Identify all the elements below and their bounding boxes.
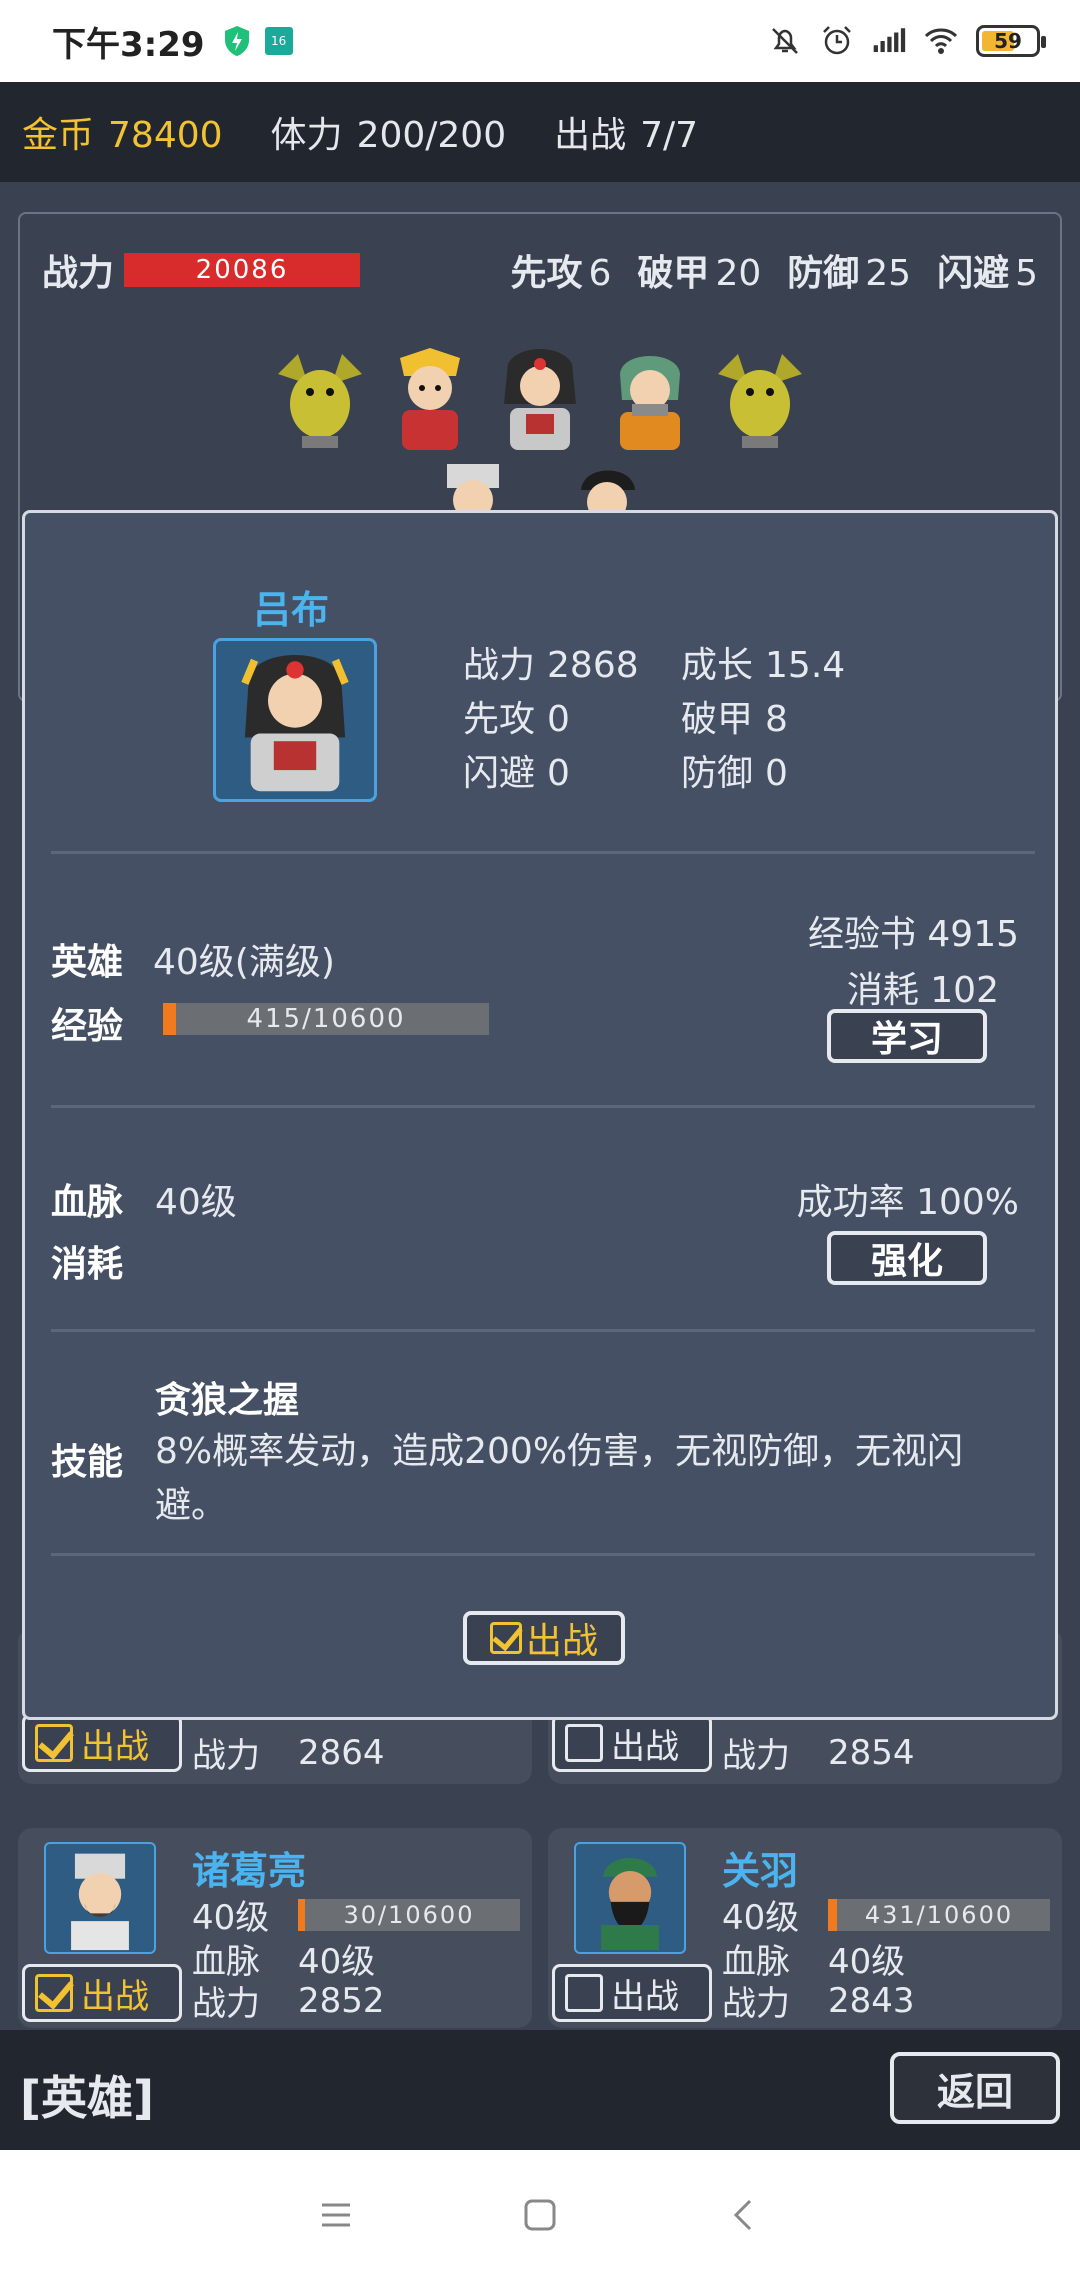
- battery-icon: 59: [976, 25, 1046, 57]
- hero-sprite-green[interactable]: [598, 344, 702, 454]
- checkbox-unchecked-icon: [565, 1974, 603, 2012]
- strengthen-button[interactable]: 强化: [827, 1231, 987, 1285]
- home-square-icon[interactable]: [518, 2193, 562, 2237]
- deploy-toggle[interactable]: 出战: [463, 1611, 625, 1665]
- deploy-toggle[interactable]: 出战: [552, 1964, 712, 2022]
- wifi-icon: [924, 28, 958, 54]
- app-notification-icon: 16: [264, 27, 293, 55]
- exp-bar: 415/10600: [163, 1003, 489, 1035]
- checkbox-checked-icon: [489, 1622, 522, 1654]
- checkbox-checked-icon: [35, 1974, 73, 2012]
- hero-sprite-red[interactable]: [378, 344, 482, 454]
- stamina-display: 体力 200/200: [270, 115, 507, 156]
- hero-portrait: [574, 1842, 686, 1954]
- exp-consume: 消耗 102: [846, 970, 999, 1011]
- divider: [51, 851, 1035, 854]
- signal-icon: [873, 28, 906, 53]
- deploy-toggle[interactable]: 出战: [22, 1714, 182, 1772]
- hero-card-zhugeliang[interactable]: 诸葛亮 40级 30/10600 血脉 40级 战力 2852 出战: [18, 1828, 532, 2028]
- success-rate: 成功率 100%: [796, 1182, 1019, 1223]
- back-arrow-icon[interactable]: [722, 2193, 766, 2237]
- team-stat-initiative: 先攻 6: [510, 253, 612, 294]
- hero-power: 战力 2854: [722, 1732, 915, 1777]
- skill-name: 贪狼之握: [155, 1380, 300, 1421]
- skill-label: 技能: [51, 1442, 124, 1483]
- team-power-label: 战力: [42, 253, 115, 294]
- hero-power: 战力 2864: [192, 1732, 385, 1777]
- exp-bar: 30/10600: [298, 1898, 520, 1931]
- page-title: [英雄]: [20, 2071, 155, 2125]
- dragon-sprite[interactable]: [708, 344, 812, 454]
- hero-power: 战力 2852: [192, 1980, 385, 2025]
- team-stat-defense: 防御 25: [787, 253, 912, 294]
- deploy-toggle[interactable]: 出战: [22, 1964, 182, 2022]
- checkbox-unchecked-icon: [565, 1724, 603, 1762]
- team-power-bar: 20086: [124, 253, 361, 287]
- mute-bell-icon: [772, 28, 798, 54]
- bloodline-consume-label: 消耗: [51, 1244, 124, 1285]
- exp-bar: 431/10600: [828, 1898, 1050, 1931]
- bloodline-label: 血脉: [51, 1182, 124, 1223]
- divider: [51, 1553, 1035, 1556]
- checkbox-checked-icon: [35, 1724, 73, 1762]
- team-stat-armor-break: 破甲 20: [637, 253, 762, 294]
- dragon-sprite[interactable]: [268, 344, 372, 454]
- team-stat-dodge: 闪避 5: [937, 253, 1038, 294]
- exp-label: 经验: [51, 1006, 124, 1047]
- hero-power: 战力 2843: [722, 1980, 915, 2025]
- clock: 下午3:29: [52, 24, 205, 65]
- hero-name: 诸葛亮: [192, 1849, 307, 1893]
- alarm-icon: [823, 26, 851, 55]
- hero-level-row: 40级 431/10600: [722, 1890, 1050, 1939]
- system-nav-bar: [0, 2150, 1080, 2280]
- bottom-bar: [英雄] 返回: [0, 2030, 1080, 2150]
- deploy-toggle[interactable]: 出战: [552, 1714, 712, 1772]
- hero-name: 关羽: [722, 1849, 799, 1893]
- hero-level-row: 40级 30/10600: [192, 1890, 520, 1939]
- hero-name: 吕布: [253, 588, 330, 632]
- bloodline-level: 40级: [155, 1182, 237, 1223]
- menu-icon[interactable]: [314, 2193, 358, 2237]
- divider: [51, 1329, 1035, 1332]
- team-formation: [20, 344, 1060, 454]
- status-bar: 下午3:29 16 59: [0, 0, 1080, 82]
- exp-book-count: 经验书 4915: [807, 914, 1019, 955]
- hero-level-value: 40级(满级): [153, 942, 335, 983]
- hero-portrait: [213, 638, 377, 802]
- back-button[interactable]: 返回: [890, 2052, 1060, 2124]
- deploy-count-display: 出战 7/7: [554, 115, 699, 156]
- hero-detail-dialog: 吕布 战力 2868 成长 15.4 先攻 0 破甲 8 闪避 0 防御 0 英雄 40级(…: [22, 510, 1058, 1720]
- resource-bar: 金币 78400 体力 200/200 出战 7/7: [0, 82, 1080, 182]
- hero-card-guanyu[interactable]: 关羽 40级 431/10600 血脉 40级 战力 2843 出战: [548, 1828, 1062, 2028]
- hero-level-label: 英雄: [51, 942, 124, 983]
- hero-portrait: [44, 1842, 156, 1954]
- hero-stats: 战力 2868 成长 15.4 先攻 0 破甲 8 闪避 0 防御 0: [463, 645, 846, 794]
- shield-icon: [224, 26, 249, 56]
- skill-description: 8%概率发动，造成200%伤害，无视防御，无视闪避。: [155, 1431, 964, 1526]
- hero-sprite-lubu[interactable]: [488, 344, 592, 454]
- gold-display: 金币 78400: [22, 115, 223, 156]
- divider: [51, 1105, 1035, 1108]
- learn-button[interactable]: 学习: [827, 1009, 987, 1063]
